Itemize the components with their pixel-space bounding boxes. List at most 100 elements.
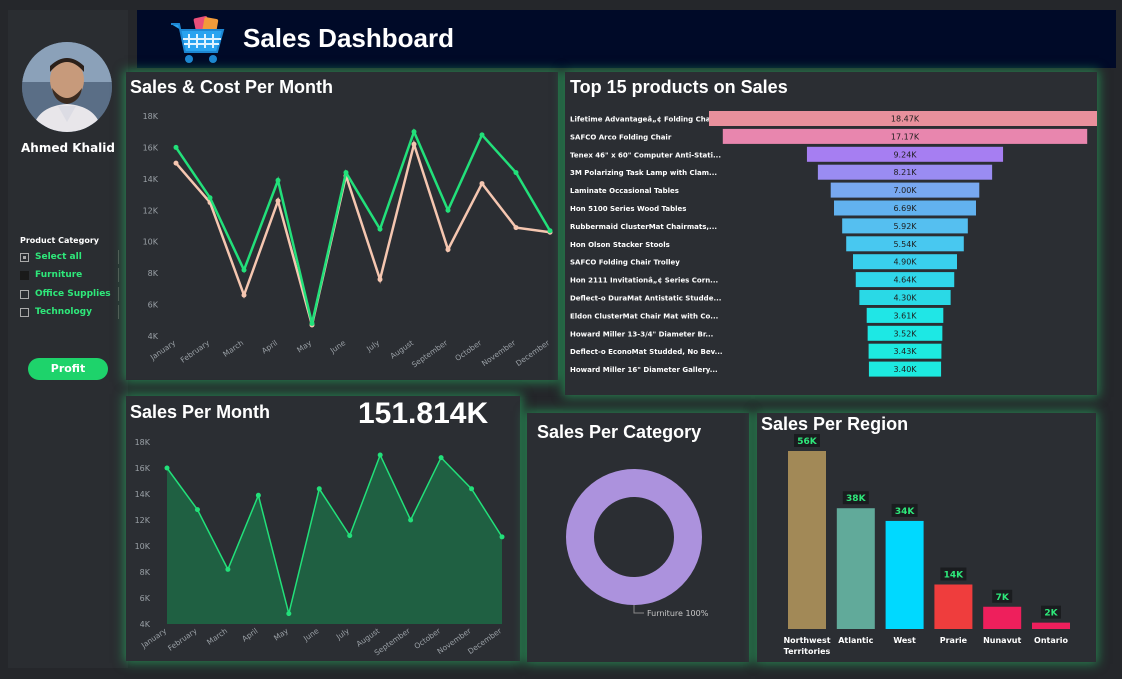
filter-furniture[interactable]: Furniture <box>20 268 120 282</box>
x-tick-label: December <box>466 626 504 656</box>
x-tick-label: August <box>355 626 382 648</box>
region-bar <box>1032 622 1070 629</box>
region-bar <box>983 606 1022 629</box>
product-value-label: 17.17K <box>891 132 920 141</box>
y-tick-label: 12K <box>135 516 151 525</box>
product-value-label: 9.24K <box>893 150 917 159</box>
product-label: Howard Miller 13-3/4" Diameter Br... <box>570 330 713 338</box>
product-label: Rubbermaid ClusterMat Chairmats,... <box>570 223 717 231</box>
data-point <box>343 170 349 176</box>
data-point <box>255 492 261 498</box>
avatar-image <box>22 42 112 132</box>
y-tick-label: 4K <box>140 620 151 629</box>
x-tick-label: May <box>272 626 290 643</box>
x-tick-label: April <box>240 626 259 643</box>
sales-cost-line-chart: 4K 6K 8K 10K 12K 14K 16K 18K January February Marc… <box>143 112 553 369</box>
data-point <box>347 533 353 539</box>
region-bar <box>788 451 826 629</box>
product-label: Laminate Occasional Tables <box>570 187 679 195</box>
data-point <box>479 132 485 138</box>
product-value-label: 7.00K <box>893 186 917 195</box>
filter-select-all[interactable]: Select all <box>20 250 120 264</box>
product-label: Hon 2111 Invitationâ„¢ Series Corn... <box>570 277 718 285</box>
category-label: Atlantic <box>838 636 873 645</box>
product-value-label: 3.52K <box>893 329 917 338</box>
sales-month-area-chart: 4K 6K 8K 10K 12K 14K 16K 18K JanuaryFebruary Marc… <box>135 438 505 657</box>
product-label: Tenex 46" x 60" Computer Anti-Stati... <box>570 151 721 159</box>
data-point <box>513 225 519 231</box>
category-label: Ontario <box>1034 636 1068 645</box>
category-donut-chart: Furniture 100% <box>566 469 709 618</box>
category-label: Territories <box>784 647 831 656</box>
checkbox-icon[interactable] <box>20 270 29 280</box>
category-label: Prarie <box>940 636 968 645</box>
x-tick-label: July <box>334 626 351 642</box>
data-point <box>194 507 200 513</box>
product-label: SAFCO Arco Folding Chair <box>570 133 672 141</box>
profit-button[interactable]: Profit <box>28 358 108 380</box>
x-tick-label: July <box>364 338 381 354</box>
value-label: 38K <box>846 494 867 504</box>
divider <box>118 305 119 319</box>
top-products-funnel-chart: Lifetime Advantageâ„¢ Folding Chai... 18.… <box>570 111 1097 377</box>
x-tick-label: March <box>205 626 229 647</box>
data-point <box>207 195 213 201</box>
filter-label: Select all <box>35 252 82 262</box>
data-point <box>286 611 292 617</box>
filter-technology[interactable]: Technology <box>20 305 120 319</box>
product-value-label: 18.47K <box>891 115 920 124</box>
top-products-panel: Top 15 products on Sales Lifetime Advant… <box>565 72 1097 395</box>
data-point <box>309 320 315 326</box>
value-label: 14K <box>944 571 965 581</box>
filter-label: Technology <box>35 307 92 317</box>
data-point <box>377 452 383 458</box>
checkbox-icon[interactable] <box>20 252 29 262</box>
category-label: West <box>893 636 916 645</box>
product-label: SAFCO Folding Chair Trolley <box>570 259 680 267</box>
product-value-label: 6.69K <box>893 204 917 213</box>
product-label: Hon 5100 Series Wood Tables <box>570 205 686 213</box>
x-tick-label: January <box>148 338 178 363</box>
filter-office-supplies[interactable]: Office Supplies <box>20 287 120 301</box>
region-bar <box>885 520 924 629</box>
y-tick-label: 4K <box>148 332 159 341</box>
category-label: Northwest <box>783 636 830 645</box>
product-label: Hon Olson Stacker Stools <box>570 241 670 249</box>
product-label: Eldon ClusterMat Chair Mat with Co... <box>570 312 718 320</box>
x-tick-label: April <box>260 338 279 355</box>
divider <box>118 268 119 282</box>
x-tick-label: June <box>301 626 321 644</box>
leader-line <box>633 605 644 614</box>
data-point <box>445 247 451 253</box>
product-value-label: 4.90K <box>893 258 917 267</box>
sales-cost-panel: Sales & Cost Per Month 4K 6K 8K 10K 12K 14K 16… <box>126 72 558 380</box>
data-point <box>164 465 170 471</box>
region-panel: Sales Per Region 56K Northwest Territories… <box>757 413 1096 662</box>
checkbox-icon[interactable] <box>20 289 29 299</box>
category-panel: Sales Per Category Furniture 100% <box>527 413 749 662</box>
data-point <box>411 129 417 135</box>
checkbox-icon[interactable] <box>20 307 29 317</box>
product-value-label: 5.54K <box>893 240 917 249</box>
slice-label: Furniture 100% <box>647 609 709 618</box>
value-label: 2K <box>1044 609 1058 619</box>
product-value-label: 4.30K <box>893 294 917 303</box>
x-tick-label: March <box>221 338 245 359</box>
value-label: 56K <box>797 437 818 447</box>
y-tick-label: 18K <box>143 112 159 121</box>
y-tick-label: 12K <box>143 206 159 215</box>
data-point <box>479 181 485 187</box>
product-value-label: 5.92K <box>893 222 917 231</box>
y-tick-label: 14K <box>143 175 159 184</box>
x-tick-label: November <box>480 338 518 368</box>
filter-label: Furniture <box>35 270 83 280</box>
x-tick-label: December <box>514 338 552 368</box>
data-point <box>445 207 451 213</box>
product-value-label: 4.64K <box>893 276 917 285</box>
y-tick-label: 14K <box>135 490 151 499</box>
data-point <box>377 226 383 232</box>
product-label: Deflect-o EconoMat Studded, No Bev... <box>570 348 723 356</box>
divider <box>118 250 119 264</box>
region-bar <box>934 584 973 629</box>
category-label: Nunavut <box>983 636 1021 645</box>
